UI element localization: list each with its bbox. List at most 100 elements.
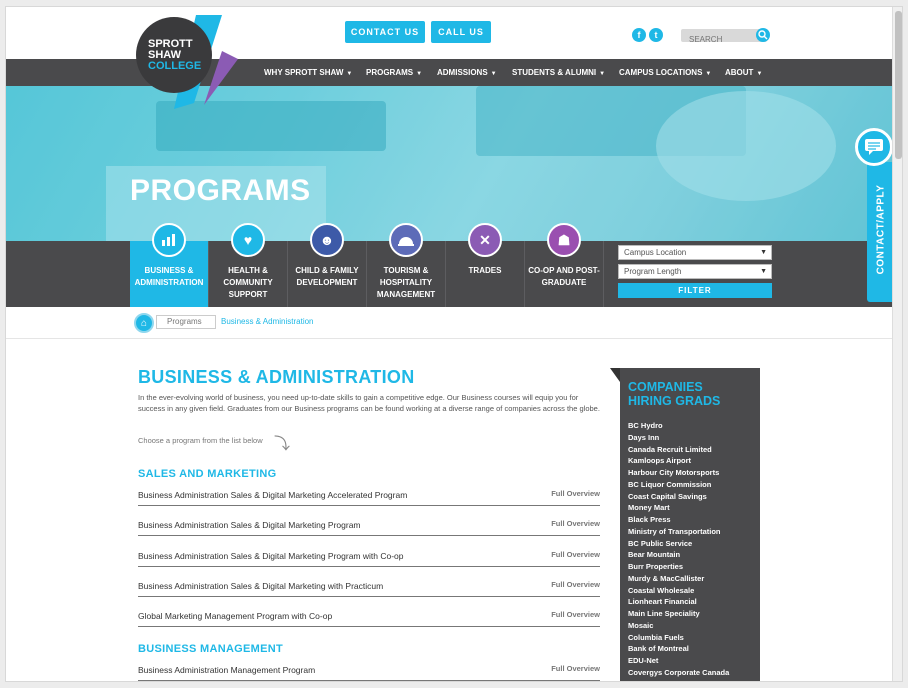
- company-item: Columbia Fuels: [628, 632, 684, 642]
- full-overview-link[interactable]: Full Overview: [551, 610, 600, 619]
- program-name[interactable]: Business Administration Sales & Digital …: [138, 520, 361, 530]
- heart-icon: ♥: [231, 223, 265, 257]
- nav-label: ADMISSIONS: [437, 68, 488, 77]
- chat-icon[interactable]: [855, 128, 893, 166]
- nav-label: CAMPUS LOCATIONS: [619, 68, 703, 77]
- program-length-select[interactable]: Program Length ▼: [618, 264, 772, 279]
- nav-item-programs[interactable]: PROGRAMS ▼: [366, 59, 422, 86]
- company-item: Mosaic: [628, 620, 654, 630]
- twitter-icon[interactable]: t: [649, 28, 663, 42]
- company-item: Main Line Speciality: [628, 609, 700, 618]
- campus-location-select[interactable]: Campus Location ▼: [618, 245, 772, 260]
- contact-apply-tab[interactable]: CONTACT/APPLY: [867, 162, 893, 302]
- company-item: Bear Mountain: [628, 550, 681, 560]
- category-label: CO-OP AND POST-GRADUATE: [528, 266, 600, 287]
- chevron-down-icon: ▼: [416, 71, 423, 77]
- company-item: Lionheart Financial: [628, 597, 697, 607]
- category-label: TOURISM & HOSPITALITY MANAGEMENT: [376, 266, 436, 299]
- program-row[interactable]: Business Administration Sales & Digital …: [138, 577, 600, 597]
- program-name[interactable]: Business Administration Sales & Digital …: [138, 581, 383, 591]
- filter-button[interactable]: FILTER: [618, 283, 772, 298]
- nav-label: STUDENTS & ALUMNI: [512, 68, 597, 77]
- scrollbar[interactable]: [892, 7, 902, 681]
- company-item: Covergys Corporate Canada: [628, 667, 730, 677]
- chevron-down-icon: ▼: [705, 71, 712, 77]
- chevron-down-icon: ▼: [346, 71, 353, 77]
- program-name[interactable]: Business Administration Sales & Digital …: [138, 490, 407, 500]
- nav-item-students[interactable]: STUDENTS & ALUMNI ▼: [512, 59, 605, 86]
- program-name[interactable]: Business Administration Management Progr…: [138, 665, 315, 675]
- chevron-down-icon: ▼: [490, 71, 497, 77]
- facebook-icon[interactable]: f: [632, 28, 646, 42]
- company-item: Coast Capital Savings: [628, 491, 707, 501]
- program-row[interactable]: Business Administration Management Progr…: [138, 661, 600, 681]
- company-item: Days Inn: [628, 432, 660, 442]
- category-trades[interactable]: ✕ TRADES: [446, 223, 525, 307]
- breadcrumb-programs[interactable]: Programs: [156, 315, 216, 329]
- sidebar-tab-corner: [610, 368, 620, 382]
- intro-text: In the ever-evolving world of business, …: [138, 393, 600, 413]
- program-name[interactable]: Business Administration Sales & Digital …: [138, 551, 404, 561]
- browser-viewport: CONTACT US CALL US f t SPROTT SHAW COLLE…: [5, 6, 903, 682]
- category-label: CHILD & FAMILY DEVELOPMENT: [295, 266, 359, 287]
- family-icon: ☻: [310, 223, 344, 257]
- companies-sidebar: COMPANIES HIRING GRADS BC Hydro Days Inn C…: [610, 368, 760, 681]
- full-overview-link[interactable]: Full Overview: [551, 664, 600, 673]
- full-overview-link[interactable]: Full Overview: [551, 519, 600, 528]
- nav-item-why[interactable]: WHY SPROTT SHAW ▼: [264, 59, 352, 86]
- company-item: Burr Properties: [628, 562, 684, 571]
- company-item: Ministry of Transportation: [628, 526, 721, 536]
- sidebar-heading: COMPANIES HIRING GRADS: [628, 380, 720, 408]
- category-tourism[interactable]: TOURISM & HOSPITALITY MANAGEMENT: [367, 223, 446, 307]
- section-heading-management: BUSINESS MANAGEMENT: [138, 643, 284, 655]
- sidebar-heading-line: COMPANIES: [628, 380, 703, 394]
- breadcrumb: ⌂ Programs Business & Administration: [6, 307, 892, 339]
- call-us-button[interactable]: CALL US: [431, 21, 491, 43]
- company-item: Money Mart: [628, 503, 670, 513]
- section-title: BUSINESS & ADMINISTRATION: [138, 367, 415, 387]
- program-row[interactable]: Business Administration Sales & Digital …: [138, 547, 600, 567]
- company-item: BC Public Service: [628, 538, 693, 548]
- chart-icon: [152, 223, 186, 257]
- sidebar-heading-line: HIRING GRADS: [628, 394, 721, 408]
- nav-label: ABOUT: [725, 68, 754, 77]
- company-item: Black Press: [628, 515, 671, 524]
- choose-hint: Choose a program from the list below: [138, 436, 263, 445]
- program-row[interactable]: Business Administration Sales & Digital …: [138, 486, 600, 506]
- section-heading-sales: SALES AND MARKETING: [138, 468, 277, 480]
- scrollbar-thumb[interactable]: [895, 11, 902, 159]
- company-item: BC Liquor Commission: [628, 479, 712, 489]
- full-overview-link[interactable]: Full Overview: [551, 489, 600, 498]
- category-health[interactable]: ♥ HEALTH & COMMUNITY SUPPORT: [209, 223, 288, 307]
- full-overview-link[interactable]: Full Overview: [551, 580, 600, 589]
- category-label: TRADES: [468, 266, 502, 275]
- full-overview-link[interactable]: Full Overview: [551, 550, 600, 559]
- program-row[interactable]: Global Marketing Management Program with…: [138, 607, 600, 627]
- program-name[interactable]: Global Marketing Management Program with…: [138, 611, 332, 621]
- category-label: BUSINESS & ADMINISTRATION: [134, 266, 204, 287]
- chevron-down-icon: ▼: [760, 268, 767, 275]
- nav-item-admissions[interactable]: ADMISSIONS ▼: [437, 59, 497, 86]
- search-input[interactable]: [681, 33, 751, 46]
- people-icon: ☗: [547, 223, 581, 257]
- chevron-down-icon: ▼: [599, 71, 606, 77]
- contact-us-button[interactable]: CONTACT US: [345, 21, 425, 43]
- company-item: Murdy & MacCallister: [628, 573, 705, 583]
- service-bell-icon: [389, 223, 423, 257]
- search-icon[interactable]: [756, 28, 770, 42]
- nav-item-about[interactable]: ABOUT ▼: [725, 59, 762, 86]
- category-child-family[interactable]: ☻ CHILD & FAMILY DEVELOPMENT: [288, 223, 367, 307]
- program-row[interactable]: Business Administration Sales & Digital …: [138, 516, 600, 536]
- contact-apply-label: CONTACT/APPLY: [875, 184, 887, 275]
- nav-item-campus[interactable]: CAMPUS LOCATIONS ▼: [619, 59, 711, 86]
- company-item: Harbour City Motorsports: [628, 468, 720, 477]
- arrow-down-icon: ⤵: [274, 436, 291, 453]
- category-label: HEALTH & COMMUNITY SUPPORT: [223, 266, 273, 299]
- chevron-down-icon: ▼: [760, 249, 767, 256]
- sprott-shaw-logo[interactable]: SPROTT SHAW COLLEGE: [134, 13, 238, 117]
- home-icon[interactable]: ⌂: [134, 313, 154, 333]
- category-business[interactable]: BUSINESS & ADMINISTRATION: [130, 223, 209, 307]
- company-item: Kamloops Airport: [628, 456, 692, 466]
- category-coop[interactable]: ☗ CO-OP AND POST-GRADUATE: [525, 223, 604, 307]
- logo-line-3: COLLEGE: [148, 60, 201, 72]
